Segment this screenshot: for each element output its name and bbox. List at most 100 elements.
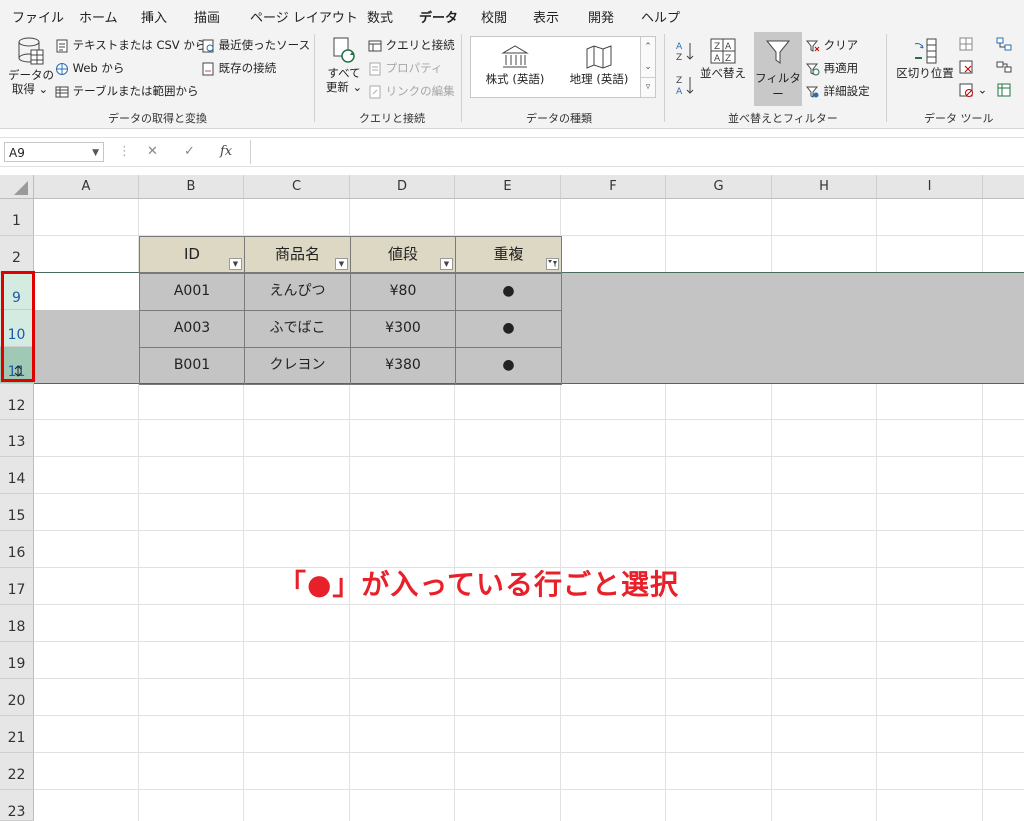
properties-button[interactable]: プロパティ: [368, 61, 442, 76]
gallery-more-icon[interactable]: ▿: [641, 77, 655, 97]
row-header[interactable]: 13: [0, 420, 34, 457]
data-validation-button[interactable]: ⌄: [958, 82, 987, 98]
row-header[interactable]: 19: [0, 642, 34, 679]
tab-data[interactable]: データ: [419, 7, 459, 31]
filter-button[interactable]: フィルター: [754, 32, 802, 106]
table-cell[interactable]: クレヨン: [244, 347, 351, 385]
gallery-scroll[interactable]: ⌃ ⌄ ▿: [640, 37, 655, 97]
row-header[interactable]: 2: [0, 236, 34, 273]
tab-page-layout[interactable]: ページ レイアウト: [250, 7, 358, 26]
refresh-all-button[interactable]: すべて 更新 ⌄: [324, 36, 364, 94]
filter-active-icon[interactable]: [546, 258, 559, 270]
tab-help[interactable]: ヘルプ: [641, 7, 680, 26]
row-header[interactable]: 15: [0, 494, 34, 531]
table-cell[interactable]: えんぴつ: [244, 273, 351, 311]
column-header[interactable]: H: [772, 175, 877, 199]
table-cell[interactable]: ¥300: [350, 310, 456, 348]
row-header[interactable]: 20: [0, 679, 34, 716]
row-header[interactable]: 22: [0, 753, 34, 790]
tab-file[interactable]: ファイル: [12, 7, 64, 26]
tab-home[interactable]: ホーム: [79, 7, 118, 26]
select-all-corner[interactable]: [0, 175, 34, 199]
cancel-icon[interactable]: ✕: [147, 144, 158, 159]
column-header[interactable]: G: [666, 175, 772, 199]
existing-connections-button[interactable]: 既存の接続: [201, 61, 276, 76]
from-web-button[interactable]: Web から: [55, 61, 124, 76]
chevron-down-icon: ⌄: [352, 80, 363, 94]
row-header[interactable]: 1: [0, 199, 34, 236]
advanced-filter-button[interactable]: 詳細設定: [806, 84, 870, 99]
table-cell[interactable]: ¥80: [350, 273, 456, 311]
tab-formulas[interactable]: 数式: [367, 7, 393, 26]
column-header[interactable]: [983, 175, 1024, 199]
svg-text:A: A: [676, 42, 683, 52]
table-header-cell[interactable]: ID ▼: [139, 236, 245, 273]
clear-filter-button[interactable]: クリア: [806, 38, 858, 53]
stocks-button[interactable]: 株式 (英語): [473, 43, 557, 87]
row-header[interactable]: 23: [0, 790, 34, 821]
chevron-up-icon[interactable]: ⌃: [641, 37, 655, 57]
link-icon: [369, 85, 381, 98]
name-box[interactable]: A9 ▼: [4, 142, 104, 162]
table-cell[interactable]: B001: [139, 347, 245, 385]
filter-dropdown-icon[interactable]: ▼: [440, 258, 453, 270]
enter-icon[interactable]: ✓: [184, 144, 195, 159]
column-header[interactable]: B: [139, 175, 244, 199]
table-header-cell[interactable]: 値段 ▼: [350, 236, 456, 273]
row-header[interactable]: 16: [0, 531, 34, 568]
table-cell[interactable]: A001: [139, 273, 245, 311]
column-header[interactable]: D: [350, 175, 455, 199]
flash-fill-button[interactable]: [958, 36, 974, 52]
column-header[interactable]: C: [244, 175, 350, 199]
column-header[interactable]: A: [34, 175, 139, 199]
from-table-button[interactable]: テーブルまたは範囲から: [55, 84, 198, 99]
column-header[interactable]: F: [561, 175, 666, 199]
chevron-down-icon[interactable]: ⌄: [641, 57, 655, 77]
from-text-csv-button[interactable]: テキストまたは CSV から: [55, 38, 206, 53]
row-header[interactable]: 17: [0, 568, 34, 605]
data-model-button[interactable]: [996, 82, 1012, 98]
tab-insert[interactable]: 挿入: [141, 7, 167, 26]
table-header-cell[interactable]: 商品名 ▼: [244, 236, 351, 273]
relationships-button[interactable]: [996, 59, 1012, 75]
tab-view[interactable]: 表示: [533, 7, 559, 26]
formula-input[interactable]: [250, 140, 1024, 164]
remove-duplicates-button[interactable]: [958, 59, 974, 75]
edit-links-button[interactable]: リンクの編集: [368, 84, 455, 99]
table-cell[interactable]: ふでばこ: [244, 310, 351, 348]
get-data-button[interactable]: データの 取得 ⌄: [8, 36, 54, 96]
tab-review[interactable]: 校閲: [481, 7, 507, 26]
table-cell[interactable]: ●: [455, 310, 562, 348]
sort-descending-icon: ZA: [676, 76, 694, 96]
sort-button[interactable]: ZAAZ 並べ替え: [700, 36, 746, 80]
row-header[interactable]: 14: [0, 457, 34, 494]
queries-connections-button[interactable]: クエリと接続: [368, 38, 455, 53]
tab-draw[interactable]: 描画: [194, 7, 220, 26]
column-header[interactable]: I: [877, 175, 983, 199]
sort-desc-button[interactable]: ZA: [675, 74, 697, 96]
filter-dropdown-icon[interactable]: ▼: [229, 258, 242, 270]
table-cell[interactable]: ●: [455, 347, 562, 385]
chevron-down-icon[interactable]: ▼: [92, 143, 99, 163]
properties-label: プロパティ: [385, 61, 443, 75]
table-cell[interactable]: ¥380: [350, 347, 456, 385]
data-types-gallery[interactable]: 株式 (英語) 地理 (英語) ⌃ ⌄ ▿: [470, 36, 656, 98]
row-header[interactable]: 21: [0, 716, 34, 753]
svg-text:A: A: [714, 54, 721, 64]
consolidate-button[interactable]: [996, 36, 1012, 52]
reapply-button[interactable]: 再適用: [806, 61, 858, 76]
text-file-icon: [56, 39, 68, 52]
geography-button[interactable]: 地理 (英語): [557, 43, 641, 87]
column-header[interactable]: E: [455, 175, 561, 199]
table-header-cell[interactable]: 重複: [455, 236, 562, 273]
filter-dropdown-icon[interactable]: ▼: [335, 258, 348, 270]
insert-function-button[interactable]: fx: [220, 144, 232, 159]
tab-developer[interactable]: 開発: [588, 7, 614, 26]
table-cell[interactable]: A003: [139, 310, 245, 348]
recent-sources-button[interactable]: 最近使ったソース: [201, 38, 310, 53]
row-header[interactable]: 18: [0, 605, 34, 642]
row-header[interactable]: 12: [0, 384, 34, 420]
sort-asc-button[interactable]: AZ: [675, 40, 697, 62]
text-to-columns-button[interactable]: 区切り位置: [896, 36, 954, 80]
table-cell[interactable]: ●: [455, 273, 562, 311]
